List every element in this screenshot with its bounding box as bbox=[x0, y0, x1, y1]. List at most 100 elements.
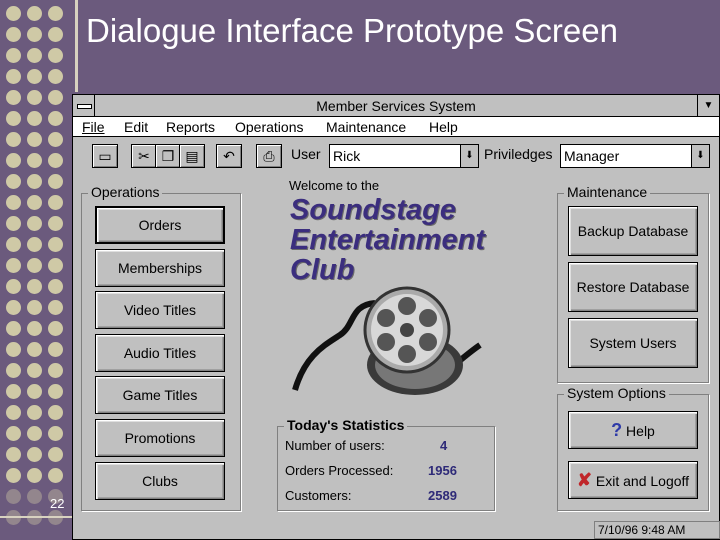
minimize-button[interactable]: ▼ bbox=[697, 95, 719, 116]
slide-dot bbox=[48, 300, 63, 315]
paste-icon[interactable]: ▤ bbox=[179, 144, 205, 168]
slide-title: Dialogue Interface Prototype Screen bbox=[86, 12, 618, 49]
exit-logoff-button[interactable]: ✘ Exit and Logoff bbox=[568, 461, 698, 499]
print-icon[interactable]: ⎙ bbox=[256, 144, 282, 168]
slide-dot bbox=[6, 69, 21, 84]
slide-dot bbox=[27, 258, 42, 273]
backup-database-button[interactable]: Backup Database bbox=[568, 206, 698, 256]
audio-titles-button[interactable]: Audio Titles bbox=[95, 334, 225, 372]
status-clock: 7/10/96 9:48 AM bbox=[594, 521, 720, 539]
orders-button[interactable]: Orders bbox=[95, 206, 225, 244]
slide-dot bbox=[48, 279, 63, 294]
menu-operations[interactable]: Operations bbox=[235, 119, 303, 135]
slide-dot bbox=[27, 342, 42, 357]
statistics-group-title: Today's Statistics bbox=[284, 417, 408, 433]
menu-edit[interactable]: Edit bbox=[124, 119, 148, 135]
cut-icon[interactable]: ✂ bbox=[131, 144, 157, 168]
slide-dot bbox=[6, 27, 21, 42]
exit-logoff-button-label: Exit and Logoff bbox=[595, 473, 690, 489]
stat-orders-value: 1956 bbox=[428, 463, 457, 478]
slide-dot bbox=[6, 195, 21, 210]
maintenance-group-title: Maintenance bbox=[564, 184, 651, 200]
slide-dot bbox=[6, 90, 21, 105]
slide-dot bbox=[6, 48, 21, 63]
close-icon: ✘ bbox=[576, 470, 593, 490]
chevron-down-icon[interactable]: ⬇ bbox=[460, 145, 478, 167]
slide-dot bbox=[27, 363, 42, 378]
slide-dot bbox=[48, 342, 63, 357]
menu-file[interactable]: File bbox=[82, 119, 105, 135]
slide-dot bbox=[6, 153, 21, 168]
operations-group-title: Operations bbox=[88, 184, 163, 200]
slide-dot bbox=[27, 195, 42, 210]
menu-maintenance[interactable]: Maintenance bbox=[326, 119, 406, 135]
slide-dot bbox=[48, 384, 63, 399]
slide-dot bbox=[48, 216, 63, 231]
slide-dot bbox=[6, 237, 21, 252]
app-window: Member Services System ▼ File Edit Repor… bbox=[72, 94, 720, 540]
slide-dot bbox=[27, 174, 42, 189]
club-name-line-1: Soundstage bbox=[290, 194, 456, 226]
slide-dot bbox=[6, 426, 21, 441]
slide-dot bbox=[48, 468, 63, 483]
privileges-label: Priviledges bbox=[484, 146, 553, 162]
slide-dot bbox=[48, 69, 63, 84]
slide-dot bbox=[27, 300, 42, 315]
user-select[interactable]: Rick ⬇ bbox=[329, 144, 479, 168]
slide-dot bbox=[6, 300, 21, 315]
slide-dot bbox=[6, 258, 21, 273]
promotions-button[interactable]: Promotions bbox=[95, 419, 225, 457]
stat-users-label: Number of users: bbox=[285, 438, 385, 453]
slide-dot bbox=[27, 48, 42, 63]
slide-dot bbox=[6, 489, 21, 504]
menu-help[interactable]: Help bbox=[429, 119, 458, 135]
video-titles-button[interactable]: Video Titles bbox=[95, 291, 225, 329]
slide-dot bbox=[27, 6, 42, 21]
slide-dot bbox=[27, 426, 42, 441]
title-bar: Member Services System ▼ bbox=[73, 95, 719, 117]
slide-dot bbox=[27, 405, 42, 420]
slide-dot bbox=[27, 447, 42, 462]
privileges-select[interactable]: Manager ⬇ bbox=[560, 144, 710, 168]
slide-dot bbox=[48, 258, 63, 273]
help-button[interactable]: ? Help bbox=[568, 411, 698, 449]
chevron-down-icon[interactable]: ⬇ bbox=[691, 145, 709, 167]
slide-dot bbox=[6, 174, 21, 189]
copy-icon[interactable]: ❐ bbox=[155, 144, 181, 168]
slide-dot bbox=[27, 111, 42, 126]
slide-dot bbox=[48, 195, 63, 210]
slide-dot bbox=[48, 363, 63, 378]
restore-database-button[interactable]: Restore Database bbox=[568, 262, 698, 312]
slide-dot bbox=[27, 237, 42, 252]
privileges-select-value: Manager bbox=[564, 148, 620, 164]
window-title: Member Services System bbox=[316, 98, 476, 114]
game-titles-button[interactable]: Game Titles bbox=[95, 376, 225, 414]
slide-dot bbox=[6, 468, 21, 483]
slide-divider-horizontal bbox=[0, 516, 72, 518]
slide-dot bbox=[48, 111, 63, 126]
question-icon: ? bbox=[611, 420, 623, 440]
slide-dot bbox=[27, 279, 42, 294]
undo-icon[interactable]: ↶ bbox=[216, 144, 242, 168]
system-users-button[interactable]: System Users bbox=[568, 318, 698, 368]
memberships-button[interactable]: Memberships bbox=[95, 249, 225, 287]
club-name-line-3: Club bbox=[290, 254, 355, 286]
slide-dot bbox=[6, 384, 21, 399]
slide-dot bbox=[48, 132, 63, 147]
club-name: Soundstage Entertainment Club bbox=[290, 195, 485, 285]
system-options-group-title: System Options bbox=[564, 385, 669, 401]
slide-dot bbox=[48, 27, 63, 42]
slide-dot bbox=[48, 237, 63, 252]
help-button-label: Help bbox=[626, 423, 655, 439]
open-folder-icon[interactable]: ▭ bbox=[92, 144, 118, 168]
stat-customers-value: 2589 bbox=[428, 488, 457, 503]
clubs-button[interactable]: Clubs bbox=[95, 462, 225, 500]
slide-dot bbox=[6, 342, 21, 357]
slide-dot bbox=[27, 90, 42, 105]
slide-dot bbox=[27, 468, 42, 483]
menu-reports[interactable]: Reports bbox=[166, 119, 215, 135]
slide-dot bbox=[48, 6, 63, 21]
welcome-text: Welcome to the bbox=[289, 178, 380, 193]
slide-dot bbox=[6, 279, 21, 294]
slide-dot bbox=[48, 174, 63, 189]
